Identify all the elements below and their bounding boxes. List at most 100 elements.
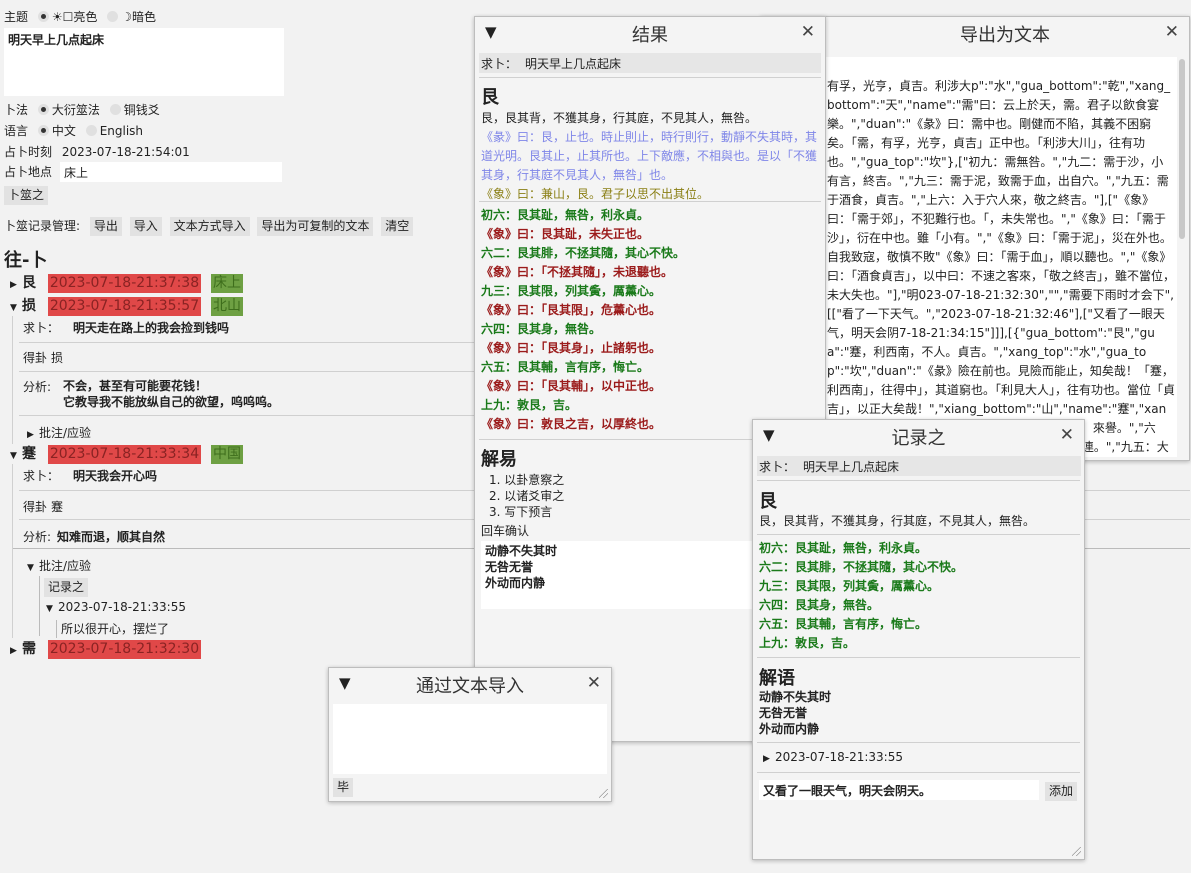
dialog-header[interactable]: ▼ 通过文本导入 ✕ [329, 668, 611, 698]
gua-judgement: 艮，艮其背，不獲其身，行其庭，不見其人，無咎。 [481, 111, 758, 125]
ask-label: 求卜： [23, 469, 60, 483]
history-item[interactable]: ▼ 蹇 2023-07-18-21:33:34 中国 [10, 443, 243, 464]
theme-light-radio[interactable] [37, 11, 49, 22]
divider [757, 534, 1080, 535]
dialog-header[interactable]: ▼ 结果 ✕ [475, 17, 825, 47]
lang-zh-radio[interactable] [37, 125, 49, 136]
note-toggle[interactable]: 批注/应验 [39, 426, 91, 440]
step-text: 以卦意察之 [504, 473, 565, 487]
steps-list: 1. 以卦意察之 2. 以诸爻审之 3. 写下预言 [489, 473, 565, 519]
expand-right-icon[interactable]: ▶ [27, 430, 39, 440]
time-value: 2023-07-18-21:54:01 [61, 145, 190, 159]
method-coin-label[interactable]: 铜钱爻 [124, 103, 160, 117]
divider [479, 77, 821, 78]
expand-down-icon[interactable]: ▼ [10, 303, 22, 313]
jieyu-line: 动静不失其时 [759, 690, 832, 704]
result-label: 得卦 [23, 351, 48, 365]
gua-judgement: 艮，艮其背，不獲其身，行其庭，不見其人，無咎。 [759, 514, 1036, 528]
import-textarea[interactable] [333, 704, 607, 774]
text-import-dialog: ▼ 通过文本导入 ✕ 毕 [328, 667, 612, 802]
export-copy-button[interactable]: 导出为可复制的文本 [257, 217, 374, 236]
note-input[interactable]: 又看了一眼天气，明天会阴天。 [759, 780, 1039, 800]
expand-right-icon[interactable]: ▶ [763, 754, 775, 764]
expand-down-icon[interactable]: ▼ [10, 451, 22, 461]
line-text: 六二：艮其腓，不拯其隨，其心不快。 [481, 246, 686, 260]
divine-button[interactable]: 卜筮之 [4, 186, 49, 205]
ask-label: 求卜： [23, 321, 60, 335]
analysis-text: 不会，甚至有可能要花钱！ [63, 379, 208, 393]
theme-dark-label[interactable]: ☽暗色 [121, 10, 156, 24]
analysis-text: 知难而退，顺其自然 [57, 530, 166, 544]
text-import-button[interactable]: 文本方式导入 [169, 217, 250, 236]
export-button[interactable]: 导出 [89, 217, 122, 236]
scrollbar[interactable] [1179, 59, 1185, 239]
resize-handle[interactable] [599, 789, 608, 798]
theme-dark-radio[interactable] [107, 11, 119, 22]
history-item[interactable]: ▼ 损 2023-07-18-21:35:57 北山 [10, 295, 243, 316]
note-text: 所以很开心，摆烂了 [56, 620, 169, 638]
history-item[interactable]: ▶ 需 2023-07-18-21:32:30 [10, 638, 202, 659]
ask-label: 求卜： [481, 57, 518, 71]
place-input[interactable]: 床上 [60, 162, 282, 182]
history-time: 2023-07-18-21:32:30 [47, 640, 202, 659]
history-gua: 蹇 [22, 446, 36, 462]
resize-handle[interactable] [1072, 847, 1081, 856]
dialog-title: 结果 [632, 25, 668, 46]
history-place: 床上 [210, 274, 243, 293]
step-text: 以诸爻审之 [504, 489, 565, 503]
note-time[interactable]: 2023-07-18-21:33:55 [58, 600, 186, 614]
dialog-title: 导出为文本 [960, 25, 1050, 46]
history-title: 往-卜 [4, 250, 48, 271]
export-content: 有孚，光亨，貞吉。利涉大p":"水","gua_bottom":"乾","xan… [827, 79, 1176, 454]
clear-button[interactable]: 清空 [381, 217, 414, 236]
history-time: 2023-07-18-21:33:34 [47, 445, 202, 464]
close-icon[interactable]: ✕ [587, 673, 601, 693]
expand-down-icon[interactable]: ▼ [46, 604, 58, 614]
close-icon[interactable]: ✕ [801, 22, 815, 42]
line-text: 六四：艮其身，無咎。 [481, 322, 602, 336]
question-textarea[interactable]: 明天早上几点起床 [4, 28, 284, 96]
record-dialog: ▼ 记录之 ✕ 求卜： 明天早上几点起床 艮 艮，艮其背，不獲其身，行其庭，不見其… [752, 419, 1085, 860]
dialog-header[interactable]: ▼ 记录之 ✕ [753, 420, 1084, 450]
record-button[interactable]: 记录之 [44, 578, 89, 597]
export-textarea[interactable]: 有孚，光亨，貞吉。利涉大p":"水","gua_bottom":"乾","xan… [821, 57, 1177, 457]
ask-text: 明天我会开心吗 [73, 469, 158, 483]
history-item[interactable]: ▶ 艮 2023-07-18-21:37:38 床上 [10, 272, 243, 293]
place-row: 占卜地点 [4, 163, 52, 180]
expand-right-icon[interactable]: ▶ [10, 646, 22, 656]
theme-light-label[interactable]: ☀☐亮色 [52, 10, 98, 24]
method-coin-radio[interactable] [109, 104, 121, 115]
lines-list: 初六：艮其趾，無咎，利永貞。 六二：艮其腓，不拯其隨，其心不快。 九三：艮其限，… [759, 539, 963, 653]
method-dayan-radio[interactable] [37, 104, 49, 115]
divider [757, 480, 1080, 481]
result-label: 得卦 [23, 500, 48, 514]
note-time[interactable]: 2023-07-18-21:33:55 [775, 750, 903, 764]
line-xiang: 《象》曰：「艮其限」，危薰心也。 [481, 303, 662, 317]
history-gua: 需 [22, 641, 36, 657]
records-toolbar: 卜筮记录管理: 导出 导入 文本方式导入 导出为可复制的文本 清空 [4, 217, 414, 236]
close-icon[interactable]: ✕ [1165, 22, 1179, 42]
enter-confirm-label: 回车确认 [481, 524, 530, 538]
method-label: 卜法 [4, 103, 29, 117]
done-button[interactable]: 毕 [333, 778, 354, 797]
lang-en-radio[interactable] [85, 125, 97, 136]
lang-en-label[interactable]: English [100, 124, 143, 138]
method-dayan-label[interactable]: 大衍筮法 [52, 103, 100, 117]
analysis-label: 分析: [23, 380, 52, 394]
divider [757, 742, 1080, 743]
note-toggle[interactable]: 批注/应验 [39, 559, 91, 573]
line-text: 上九：敦艮，吉。 [481, 398, 578, 412]
divider [479, 201, 821, 202]
line-text: 上九：敦艮，吉。 [759, 636, 856, 650]
close-icon[interactable]: ✕ [1060, 425, 1074, 445]
result-text: 蹇 [51, 500, 64, 514]
records-label: 卜筮记录管理: [4, 219, 81, 233]
add-button[interactable]: 添加 [1045, 782, 1078, 801]
history-place: 中国 [210, 445, 243, 464]
ask-text: 明天走在路上的我会捡到钱吗 [73, 321, 230, 335]
place-label: 占卜地点 [4, 165, 53, 179]
expand-down-icon[interactable]: ▼ [27, 563, 39, 573]
import-button[interactable]: 导入 [129, 217, 162, 236]
lang-zh-label[interactable]: 中文 [52, 124, 76, 138]
expand-right-icon[interactable]: ▶ [10, 280, 22, 290]
